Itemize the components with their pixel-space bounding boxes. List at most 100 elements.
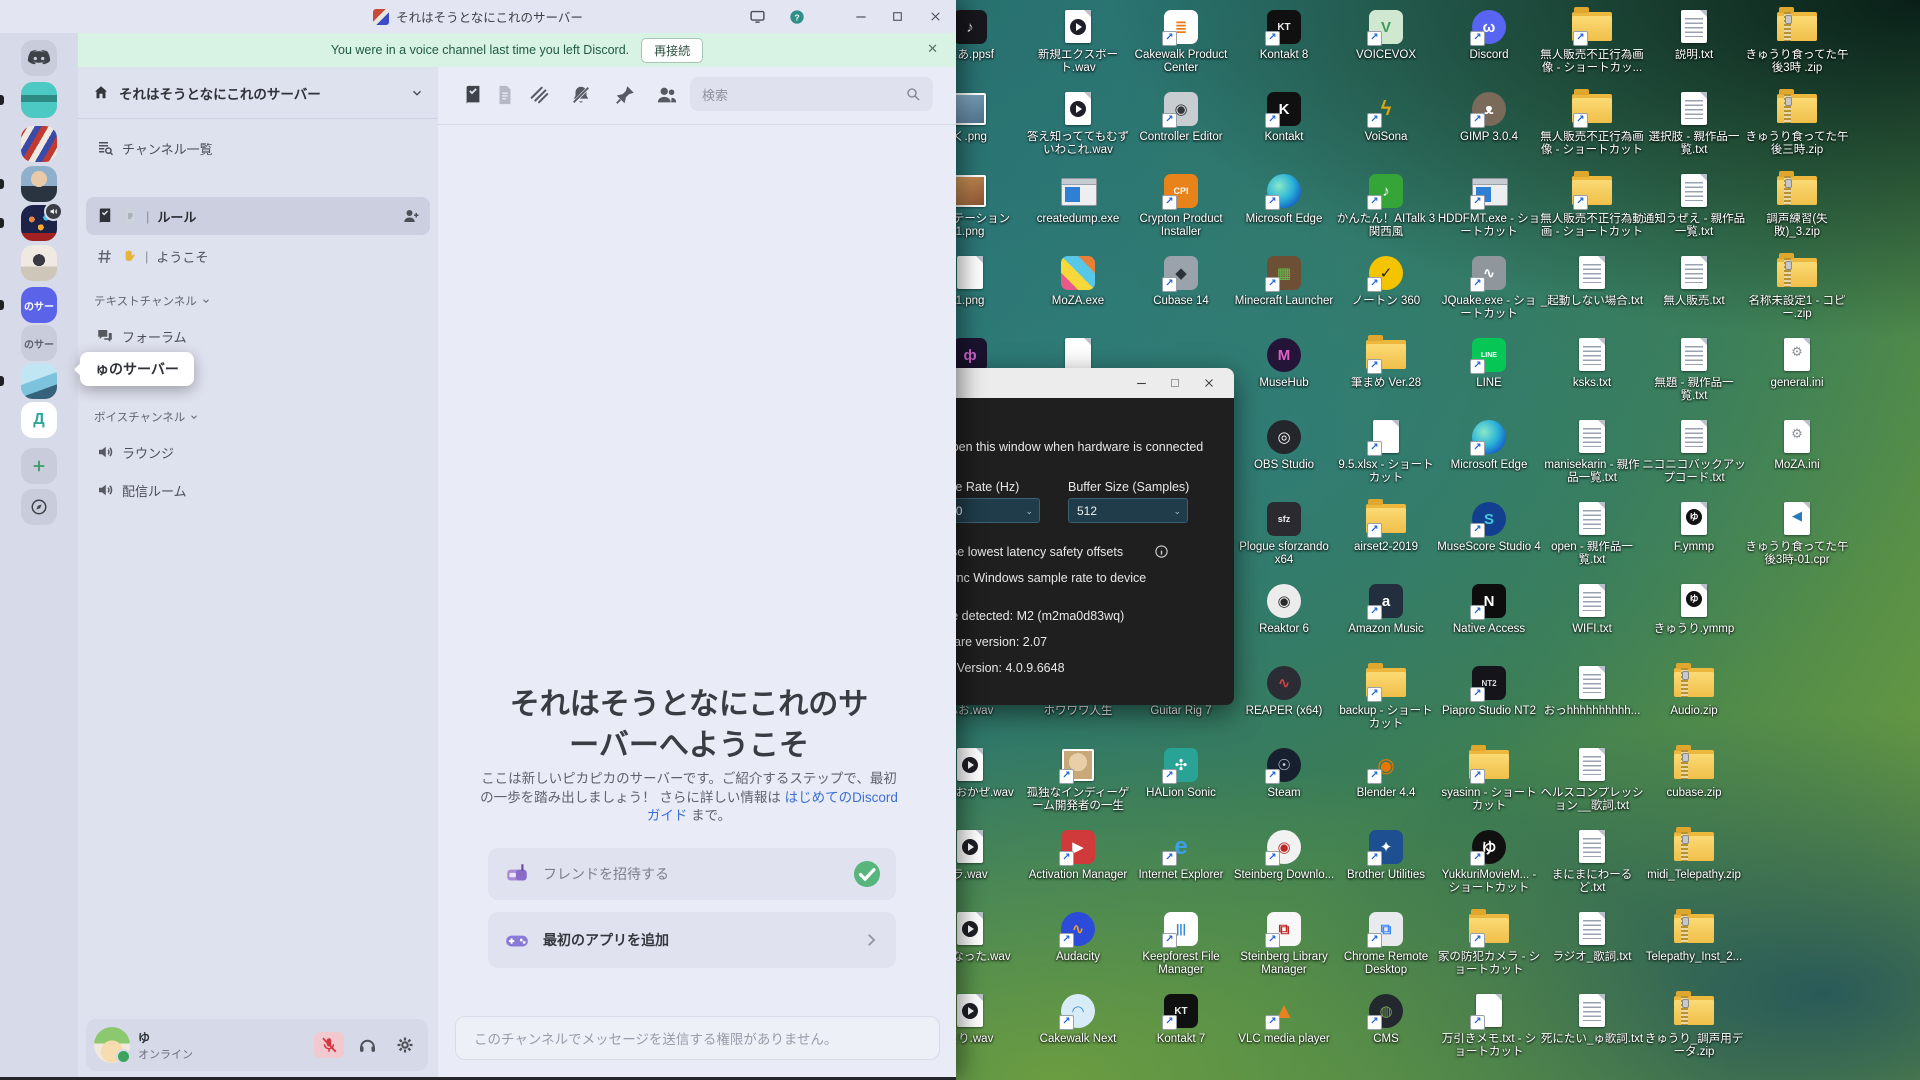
server-rail-item-5[interactable]	[21, 245, 57, 281]
desktop-icon-孤独なインディーゲーム開発者の一生 ...[interactable]: ↗	[1061, 748, 1095, 782]
desktop-icon-9.5.xlsx - ショートカット[interactable]: ↗	[1369, 420, 1403, 454]
deafen-button[interactable]	[352, 1032, 382, 1058]
settings-button[interactable]	[390, 1032, 420, 1058]
buffer-size-dropdown[interactable]: 512⌄	[1068, 498, 1188, 523]
add-first-app-card[interactable]: 最初のアプリを追加	[488, 912, 896, 968]
desktop-icon-Amazon Music[interactable]: a↗	[1369, 584, 1403, 618]
dialog-close-button[interactable]	[1192, 368, 1226, 398]
desktop-icon-VLC media player[interactable]: ▲↗	[1267, 994, 1301, 1028]
desktop-icon-きゅうり食ってた午後3時-01.cpr[interactable]: ◀	[1780, 502, 1814, 536]
desktop-icon-通知うぜえ - 親作品一覧.txt[interactable]	[1677, 174, 1711, 208]
desktop-icon-選択肢 - 親作品一覧.txt[interactable]	[1677, 92, 1711, 126]
notifications-muted-icon[interactable]	[570, 84, 592, 106]
desktop-icon-家の防犯カメラ - ショートカット[interactable]: ↗	[1472, 912, 1506, 946]
desktop-icon-死にたい_ゅ歌詞.txt[interactable]	[1575, 994, 1609, 1028]
server-rail-item-6[interactable]: のサー	[21, 287, 57, 323]
search-input[interactable]: 検索	[690, 77, 933, 111]
threads-icon[interactable]	[528, 84, 550, 106]
desktop-icon-説明.txt[interactable]	[1677, 10, 1711, 44]
desktop-icon-MuseScore Studio 4[interactable]: S↗	[1472, 502, 1506, 536]
desktop-icon-Audacity[interactable]: ∿↗	[1061, 912, 1095, 946]
desktop-icon-_起動しない場合.txt[interactable]	[1575, 256, 1609, 290]
desktop-icon-まにまにわーるど.txt[interactable]	[1575, 830, 1609, 864]
voice-channel-lounge[interactable]: ラウンジ	[86, 435, 430, 469]
desktop-icon-無人販売.txt[interactable]	[1677, 256, 1711, 290]
category-text-channels[interactable]: テキストチャンネル	[94, 293, 211, 309]
channel-welcome[interactable]: | ようこそ	[86, 239, 430, 273]
desktop-icon-F.ymmp[interactable]: ゆ	[1677, 502, 1711, 536]
invite-icon[interactable]	[402, 207, 420, 225]
desktop-icon-OBS Studio[interactable]: ◎	[1267, 420, 1301, 454]
desktop-icon-筆まめ Ver.28[interactable]: ↗	[1369, 338, 1403, 372]
desktop-icon-Piapro Studio NT2[interactable]: NT2↗	[1472, 666, 1506, 700]
server-rail-item-0-discord-home[interactable]	[21, 40, 57, 76]
channel-forum[interactable]: フォーラム	[86, 319, 430, 353]
invite-friends-card[interactable]: フレンドを招待する	[488, 848, 896, 900]
desktop-icon-く.png[interactable]	[953, 92, 987, 126]
desktop-icon-ラ.wav[interactable]	[953, 830, 987, 864]
desktop-icon-HDDFMT.exe - ショートカット[interactable]: ↗	[1472, 174, 1506, 208]
desktop-icon-おっhhhhhhhhhh...[interactable]	[1575, 666, 1609, 700]
desktop-icon-無人販売不正行為画像 - ショートカッ...[interactable]: ↗	[1575, 10, 1609, 44]
desktop-icon-Crypton Product Installer[interactable]: CPI↗	[1164, 174, 1198, 208]
desktop-icon-名称未設定1 - コピー.zip[interactable]	[1780, 256, 1814, 290]
desktop-icon-GIMP 3.0.4[interactable]: ᴥ↗	[1472, 92, 1506, 126]
desktop-icon-open - 親作品一覧.txt[interactable]	[1575, 502, 1609, 536]
server-header[interactable]: それはそうとなにこれのサーバー	[78, 67, 438, 119]
server-rail-item-9[interactable]: Д	[21, 402, 57, 438]
add-server-button[interactable]	[21, 448, 57, 484]
desktop-icon[interactable]	[1061, 338, 1095, 372]
screenshare-icon[interactable]	[744, 5, 770, 28]
desktop-icon-Telepathy_Inst_2...[interactable]	[1677, 912, 1711, 946]
desktop-icon-さくなった.wav[interactable]	[953, 912, 987, 946]
help-icon[interactable]: ?	[784, 5, 810, 28]
desktop-icon-Discord[interactable]: ω↗	[1472, 10, 1506, 44]
doc-toolbar-icon[interactable]	[494, 84, 516, 106]
desktop-icon-MoZA.ini[interactable]: ⚙	[1780, 420, 1814, 454]
desktop-icon-Brother Utilities[interactable]: ✦↗	[1369, 830, 1403, 864]
desktop-icon-ん_しおかぜ.wav[interactable]	[953, 748, 987, 782]
desktop-icon-CMS[interactable]: ◍↗	[1369, 994, 1403, 1028]
desktop-icon-かんたん！AITalk 3 関西風[interactable]: ♪↗	[1369, 174, 1403, 208]
desktop-icon-midi_Telepathy.zip[interactable]	[1677, 830, 1711, 864]
desktop-icon-Activation Manager[interactable]: ▶↗	[1061, 830, 1095, 864]
desktop-icon-調声練習(失敗)_3.zip[interactable]	[1780, 174, 1814, 208]
desktop-icon-Steinberg Library Manager[interactable]: ⧉↗	[1267, 912, 1301, 946]
avatar[interactable]	[94, 1027, 130, 1063]
desktop-icon-JQuake.exe - ショートカット[interactable]: ∿↗	[1472, 256, 1506, 290]
explore-servers-button[interactable]	[21, 489, 57, 525]
desktop-icon-無人販売不正行為画像 - ショートカット[interactable]: ↗	[1575, 92, 1609, 126]
desktop-icon-Internet Explorer[interactable]: e↗	[1164, 830, 1198, 864]
desktop-icon-きゅうり食ってた午後三時.zip[interactable]	[1780, 92, 1814, 126]
sidebar-item-browse-channels[interactable]: チャンネル一覧	[86, 131, 430, 165]
desktop-icon-Native Access[interactable]: N↗	[1472, 584, 1506, 618]
desktop-icon-ヘルスコンプレッション__歌詞.txt[interactable]	[1575, 748, 1609, 782]
desktop-icon-Kontakt[interactable]: K↗	[1267, 92, 1301, 126]
desktop-icon-Kontakt 7[interactable]: KT↗	[1164, 994, 1198, 1028]
desktop-icon-MoZA.exe[interactable]	[1061, 256, 1095, 290]
desktop-icon-無人販売不正行為動画 - ショートカット[interactable]: ↗	[1575, 174, 1609, 208]
desktop-icon-WIFI.txt[interactable]	[1575, 584, 1609, 618]
desktop-icon-backup - ショートカット[interactable]: ↗	[1369, 666, 1403, 700]
desktop-icon-Audio.zip[interactable]	[1677, 666, 1711, 700]
minimize-button[interactable]	[848, 5, 874, 28]
desktop-icon-Minecraft Launcher[interactable]: ▦↗	[1267, 256, 1301, 290]
desktop-icon-Blender 4.4[interactable]: ◉↗	[1369, 748, 1403, 782]
desktop-icon-Controller Editor[interactable]: ◉↗	[1164, 92, 1198, 126]
desktop-icon-Microsoft Edge[interactable]: ↗	[1472, 420, 1506, 454]
desktop-icon-ノートン 360[interactable]: ✓↗	[1369, 256, 1403, 290]
close-button[interactable]	[922, 5, 948, 28]
desktop-icon-ニコニコバックアップコード.txt[interactable]	[1677, 420, 1711, 454]
desktop-icon-ksks.txt[interactable]	[1575, 338, 1609, 372]
banner-close-icon[interactable]: ✕	[927, 41, 938, 57]
voice-channel-stream-room[interactable]: 配信ルーム	[86, 473, 430, 507]
desktop-icon-Steam[interactable]: ☉↗	[1267, 748, 1301, 782]
desktop-icon-ラジオ_歌詞.txt[interactable]	[1575, 912, 1609, 946]
desktop-icon-manisekarin - 親作品一覧.txt[interactable]	[1575, 420, 1609, 454]
desktop-icon-VOICEVOX[interactable]: V↗	[1369, 10, 1403, 44]
maximize-button[interactable]	[884, 5, 910, 28]
desktop-icon-Reaktor 6[interactable]: ◉	[1267, 584, 1301, 618]
desktop-icon-Cakewalk Product Center[interactable]: ≣↗	[1164, 10, 1198, 44]
discord-titlebar[interactable]: それはそうとなにこれのサーバー ?	[0, 0, 956, 33]
desktop-icon-airset2-2019[interactable]: ↗	[1369, 502, 1403, 536]
